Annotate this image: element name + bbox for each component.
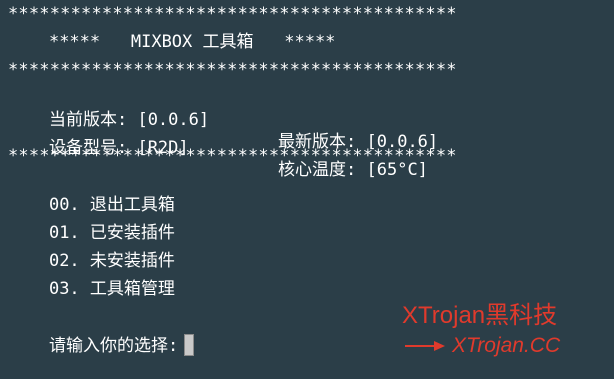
menu-item-label: 工具箱管理 xyxy=(89,279,175,299)
stars-divider-top: ****************************************… xyxy=(8,4,457,24)
title-stars-left xyxy=(8,32,49,52)
stars-divider-bottom: ****************************************… xyxy=(8,146,457,166)
watermark-brand: XTrojan黑科技 xyxy=(402,302,558,329)
menu-item-code: 03. xyxy=(48,279,80,299)
watermark-url: XTrojan.CC xyxy=(452,334,561,357)
app-title: MIXBOX 工具箱 xyxy=(130,32,254,52)
title-stars-right: ***** xyxy=(284,32,336,52)
arrow-right-icon xyxy=(405,341,445,351)
input-prompt-line[interactable]: 请输入你的选择: xyxy=(8,312,195,379)
title-line: ***** MIXBOX 工具箱 ***** xyxy=(8,31,335,53)
stars-divider-middle: ****************************************… xyxy=(8,60,457,80)
terminal-cursor[interactable] xyxy=(184,334,195,356)
watermark: XTrojan黑科技 XTrojan.CC xyxy=(402,302,560,357)
watermark-url-line: XTrojan.CC xyxy=(404,334,560,358)
input-prompt: 请输入你的选择: xyxy=(48,336,179,356)
title-stars-left-text: ***** xyxy=(48,32,101,52)
